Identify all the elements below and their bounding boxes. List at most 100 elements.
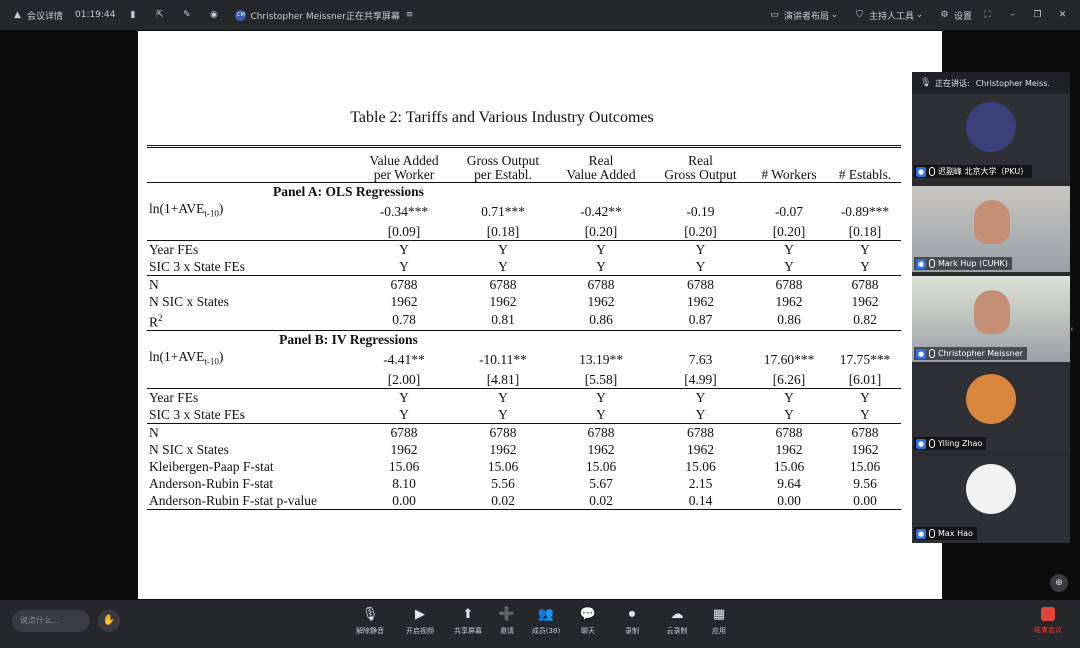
table-cell: 1962 — [851, 293, 879, 309]
toolbar-control[interactable]: 💬 聊天 — [566, 607, 610, 636]
row-label: N — [149, 424, 159, 440]
close-icon[interactable]: ✕ — [1057, 10, 1072, 21]
participant-tile[interactable]: ● Mark Hup (CUHK) — [912, 186, 1070, 272]
table-cell: 0.86 — [589, 312, 613, 328]
sharer-indicator[interactable]: CM Christopher Meissner正在共享屏幕 ≡ — [235, 9, 419, 22]
fullscreen-icon[interactable]: ⛶ — [982, 10, 997, 21]
table-cell: 0.87 — [688, 312, 713, 328]
speaker-icon: 🎙 — [920, 77, 932, 88]
coef-label: ln(1+AVE — [149, 201, 205, 216]
popout-icon[interactable]: ⇱ — [154, 10, 169, 21]
table-cell: 15.06 — [685, 458, 716, 474]
host-tools-button[interactable]: ⛉ 主持人工具 ⌄ — [854, 9, 929, 22]
row-label: N SIC x States — [149, 441, 229, 457]
row-label-blank — [147, 223, 352, 241]
table-cell: Y — [399, 406, 409, 422]
chat-input[interactable]: 说点什么... — [12, 610, 90, 632]
restore-icon[interactable]: ❐ — [1032, 10, 1047, 21]
mic-icon — [929, 349, 935, 358]
zoom-icon[interactable]: ⊕ — [1050, 574, 1068, 592]
toolbar-control[interactable]: ☁ 云录制 — [655, 607, 699, 636]
row-label: N — [149, 276, 159, 292]
chat-icon: 💬 — [579, 607, 597, 622]
elapsed-time-label: 01:19:44 — [75, 10, 116, 20]
table-row: Kleibergen-Paap F-stat 15.06 15.06 15.06 15.… — [147, 458, 901, 475]
table-cell: 6788 — [587, 276, 615, 292]
standard-error-cell: [0.09] — [387, 223, 421, 239]
table-cell: 0.02 — [589, 492, 613, 508]
table-cell: 0.00 — [392, 492, 416, 508]
meeting-details-button[interactable]: ▲ 会议详情 — [12, 9, 63, 22]
coefficient-cell: -0.19 — [686, 203, 715, 219]
toolbar-control[interactable]: 👥 成员(38) — [524, 607, 568, 636]
standard-error-row: [0.09] [0.18] [0.20] [0.20] [0.20] [0.18] — [147, 223, 901, 241]
standard-error-cell: [4.99] — [684, 371, 717, 387]
meeting-details-label: 会议详情 — [27, 11, 64, 22]
layout-button[interactable]: ▭ 演讲者布局 ⌄ — [769, 9, 844, 22]
participant-tile[interactable]: ● Yiling Zhao — [912, 366, 1070, 452]
collapse-panel-icon[interactable]: ‹ — [1070, 325, 1080, 339]
table-cell: Y — [399, 241, 409, 257]
toolbar-control[interactable]: ▦ 应用 — [697, 607, 741, 636]
chevron-down-icon: ⌄ — [915, 9, 924, 20]
bottom-toolbar: 说点什么... ✋ 🎙 解除静音 ▶ 开启视频 ⬆ 共享屏幕 ➕ 邀请 👥 成员(38) 💬 聊天 ⏺ 录… — [0, 600, 1080, 648]
coefficient-cell: -0.89*** — [840, 203, 890, 219]
raise-hand-icon[interactable]: ✋ — [98, 610, 120, 632]
table-cell: 0.78 — [392, 312, 416, 328]
exit-icon — [1041, 607, 1055, 621]
table-cell: Y — [596, 389, 606, 405]
minimize-icon[interactable]: – — [1007, 10, 1022, 21]
participant-tile[interactable]: ● Christopher Meissner — [912, 276, 1070, 362]
coef-close: ) — [218, 349, 224, 365]
toolbar-control[interactable]: 🎙 解除静音 — [348, 607, 392, 636]
table-cell: 6788 — [489, 424, 517, 440]
standard-error-row: [2.00] [4.81] [5.58] [4.99] [6.26] [6.01] — [147, 371, 901, 389]
layout-icon: ▭ — [770, 9, 779, 20]
participant-tile[interactable]: ● Max Hao — [912, 456, 1070, 542]
participant-face — [974, 290, 1010, 334]
toolbar-control-label: 聊天 — [581, 627, 595, 635]
panel-title-row: Panel A: OLS Regressions — [147, 183, 901, 201]
coef-close: ) — [218, 201, 224, 216]
table-row: N 6788 6788 6788 6788 6788 6788 — [147, 423, 901, 441]
slide-title: Table 2: Tariffs and Various Industry Ou… — [350, 109, 654, 126]
toolbar-control[interactable]: ▶ 开启视频 — [398, 607, 442, 636]
speaking-indicator: 🎙 正在讲话: Christopher Meiss. — [912, 72, 1070, 94]
coefficient-row: ln(1+AVEt-10) -4.41** -10.11** 13.19** 7.63 1… — [147, 348, 901, 371]
settings-button[interactable]: ⚙ 设置 — [939, 9, 972, 22]
record-icon: ⏺ — [628, 607, 636, 622]
view-icon[interactable]: ◉ — [208, 10, 223, 21]
table-cell: Y — [695, 389, 706, 405]
standard-error-cell: [6.26] — [772, 371, 806, 387]
annotate-icon[interactable]: ✎ — [181, 10, 196, 21]
table-cell: Y — [399, 258, 409, 274]
toolbar-control-label: 共享屏幕 — [454, 627, 482, 635]
table-cell: 0.14 — [688, 492, 713, 508]
coefficient-cell: -0.34*** — [379, 203, 429, 219]
table-cell: Y — [695, 241, 706, 257]
table-row: Anderson-Rubin F-stat p-value 0.00 0.02 0.0… — [147, 492, 901, 510]
participant-avatar — [966, 464, 1016, 514]
coefficient-row: ln(1+AVEt-10) -0.34*** 0.71*** -0.42** -0.19… — [147, 200, 901, 223]
end-meeting-button[interactable]: 结束会议 — [1024, 607, 1072, 635]
table-row: N 6788 6788 6788 6788 6788 6788 — [147, 275, 901, 293]
speaking-label: 正在讲话: — [935, 78, 970, 88]
toolbar-control[interactable]: ⬆ 共享屏幕 — [446, 607, 490, 636]
table-cell: Y — [784, 389, 794, 405]
shared-slide: Table 2: Tariffs and Various Industry Ou… — [138, 31, 942, 599]
toolbar-control[interactable]: ➕ 邀请 — [485, 607, 529, 636]
table-cell: 8.10 — [392, 475, 416, 491]
toolbar-control[interactable]: ⏺ 录制 — [610, 607, 654, 636]
table-cell: 15.06 — [849, 458, 881, 474]
table-cell: 6788 — [390, 276, 418, 292]
header-cell: Real Value Added — [566, 153, 636, 182]
user-icon: ● — [916, 348, 926, 359]
table-row: Year FEs Y Y Y Y Y Y — [147, 388, 901, 406]
standard-error-cell: [0.18] — [486, 223, 520, 239]
mic-icon — [929, 529, 935, 538]
table-cell: 1962 — [587, 293, 615, 309]
table-cell: 0.82 — [853, 312, 877, 328]
signal-icon[interactable]: ▮ — [127, 10, 142, 21]
coefficient-cell: -4.41** — [383, 352, 425, 368]
participant-tile[interactable]: ● 迟副峰 北京大学（PKU） — [912, 94, 1070, 180]
